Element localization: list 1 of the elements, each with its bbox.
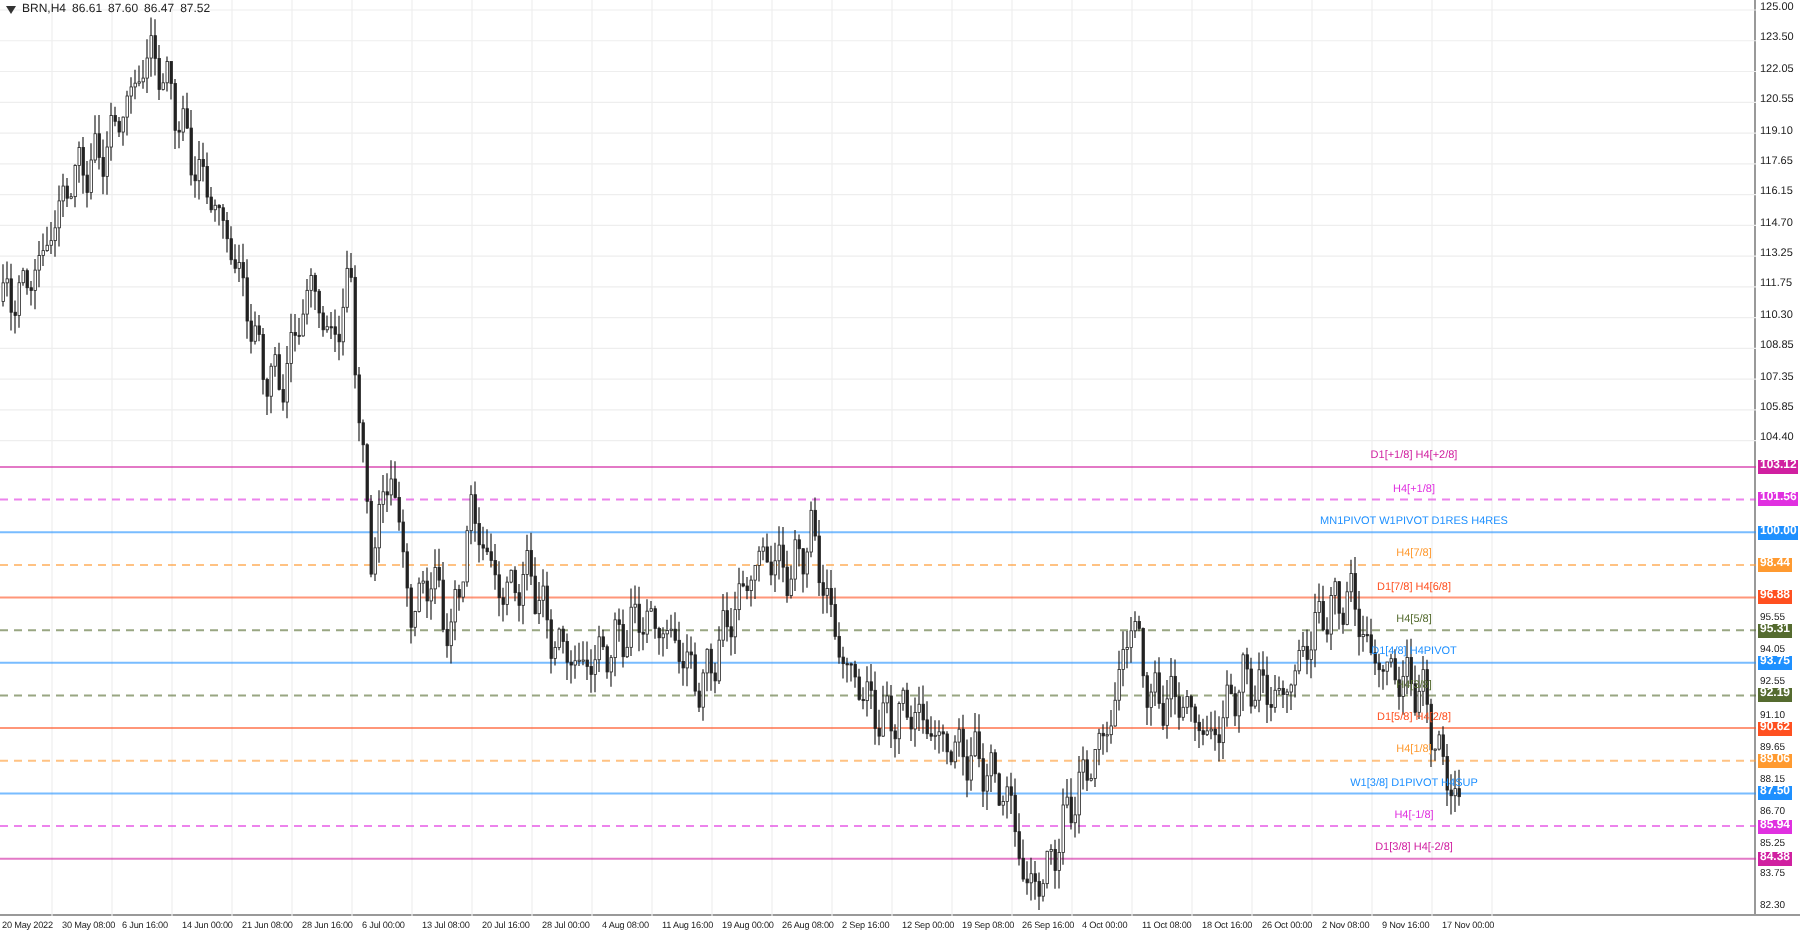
dropdown-icon[interactable] — [6, 6, 16, 14]
